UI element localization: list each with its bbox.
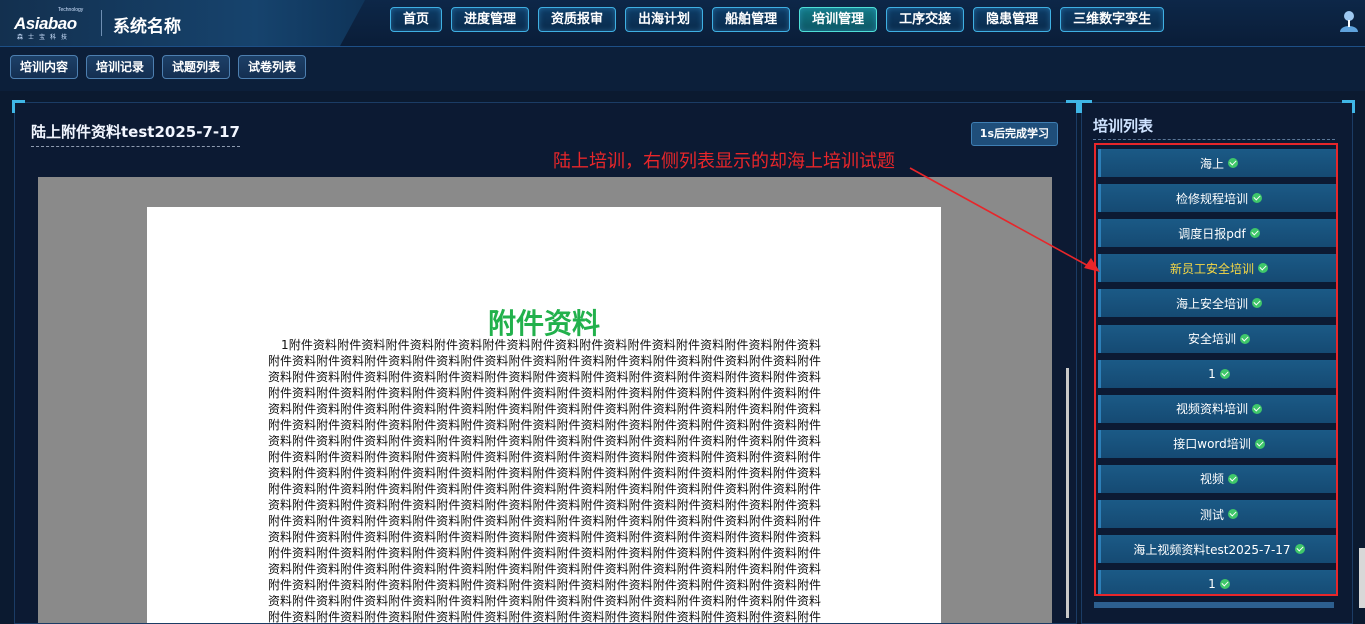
nav-sea-plan[interactable]: 出海计划 [625, 7, 704, 32]
check-circle-icon [1252, 298, 1262, 309]
nav-digital-twin[interactable]: 三维数字孪生 [1060, 7, 1165, 32]
training-list-item[interactable]: 新员工安全培训 [1098, 254, 1336, 283]
tab-paper-list[interactable]: 试卷列表 [238, 55, 307, 79]
nav-ship[interactable]: 船舶管理 [712, 7, 791, 32]
training-list-title: 培训列表 [1093, 115, 1335, 140]
list-next-item-edge [1094, 602, 1334, 608]
nav-handover[interactable]: 工序交接 [886, 7, 965, 32]
nav-qualification[interactable]: 资质报审 [538, 7, 617, 32]
training-item-label: 1 [1208, 366, 1216, 381]
check-circle-icon [1252, 193, 1262, 204]
brand-area: Technology Asiabao 森士宝科技 系统名称 [0, 0, 365, 46]
sub-toolbar: 培训内容 培训记录 试题列表 试卷列表 [0, 47, 1365, 91]
content-panel: 陆上附件资料test2025-7-17 1s后完成学习 陆上培训，右侧列表显示的… [12, 100, 1079, 624]
training-list-item[interactable]: 接口word培训 [1098, 429, 1336, 458]
panel-corner [1079, 100, 1092, 113]
check-circle-icon [1228, 473, 1238, 484]
document-body: 1附件资料附件资料附件资料附件资料附件资料附件资料附件资料附件资料附件资料附件资… [268, 338, 821, 623]
training-item-label: 测试 [1199, 507, 1224, 522]
document-heading: 附件资料 [487, 307, 600, 340]
training-list-item[interactable]: 1 [1098, 570, 1336, 594]
panel-corner [1342, 100, 1355, 113]
nav-home[interactable]: 首页 [390, 7, 443, 32]
top-header: Technology Asiabao 森士宝科技 系统名称 首页 进度管理 资质… [0, 0, 1365, 47]
training-item-label: 调度日报pdf [1178, 226, 1246, 241]
logo-cn-text: 森士宝科技 [17, 34, 73, 41]
training-list-item[interactable]: 测试 [1098, 500, 1336, 528]
check-circle-icon [1228, 509, 1238, 519]
training-item-label: 海上 [1199, 156, 1224, 171]
training-item-label: 海上视频资料test2025-7-17 [1133, 542, 1291, 557]
check-circle-icon [1258, 263, 1268, 274]
nav-progress[interactable]: 进度管理 [451, 7, 530, 32]
system-name: 系统名称 [113, 17, 181, 37]
training-list-item[interactable]: 检修规程培训 [1098, 184, 1336, 213]
check-circle-icon [1219, 579, 1230, 590]
training-list-item[interactable]: 安全培训 [1098, 324, 1336, 353]
training-list: 海上检修规程培训 调度日报pdf 新员工安全培训 海上安全培训 安全培训 1 视频资料培训接… [1094, 143, 1338, 596]
training-item-label: 检修规程培训 [1175, 191, 1248, 206]
training-list-item[interactable]: 调度日报pdf [1098, 219, 1336, 248]
check-circle-icon [1219, 368, 1230, 379]
training-list-item[interactable]: 海上安全培训 [1098, 289, 1336, 318]
document-viewer[interactable]: 附件资料 1附件资料附件资料附件资料附件资料附件资料附件资料附件资料附件资料附件… [38, 177, 1052, 623]
check-circle-icon [1249, 228, 1260, 239]
check-circle-icon [1240, 333, 1250, 344]
nav-training[interactable]: 培训管理 [799, 7, 878, 32]
training-item-label: 接口word培训 [1173, 437, 1251, 452]
panel-corner [1066, 100, 1079, 113]
main-nav: 首页 进度管理 资质报审 出海计划 船舶管理 培训管理 工序交接 隐患管理 三维… [390, 7, 1165, 32]
brand-divider [101, 10, 102, 36]
training-list-item[interactable]: 视频资料培训 [1098, 394, 1336, 423]
finish-study-button[interactable]: 1s后完成学习 [970, 122, 1058, 146]
page-title: 陆上附件资料test2025-7-17 [31, 121, 240, 147]
user-avatar-icon[interactable] [1338, 9, 1360, 33]
training-item-label: 视频资料培训 [1175, 402, 1248, 417]
training-item-label: 新员工安全培训 [1169, 261, 1254, 276]
document-page: 附件资料 1附件资料附件资料附件资料附件资料附件资料附件资料附件资料附件资料附件… [147, 207, 941, 623]
training-list-item[interactable]: 视频 [1098, 464, 1336, 493]
training-list-item[interactable]: 海上 [1098, 149, 1336, 177]
viewer-scrollbar[interactable] [1066, 368, 1069, 618]
training-item-label: 视频 [1199, 472, 1224, 487]
annotation-text: 陆上培训，右侧列表显示的却海上培训试题 [553, 151, 895, 172]
training-item-label: 安全培训 [1187, 332, 1236, 346]
training-item-label: 1 [1208, 577, 1216, 592]
nav-hazard[interactable]: 隐患管理 [973, 7, 1052, 32]
check-circle-icon [1252, 403, 1262, 414]
sub-tabs: 培训内容 培训记录 试题列表 试卷列表 [10, 55, 307, 79]
training-list-item[interactable]: 1 [1098, 359, 1336, 388]
logo-wordmark: Asiabao [14, 14, 77, 33]
tab-training-records[interactable]: 培训记录 [86, 55, 155, 79]
training-list-item[interactable]: 海上视频资料test2025-7-17 [1098, 535, 1336, 564]
check-circle-icon [1228, 158, 1238, 168]
training-list-panel: 培训列表 海上检修规程培训 调度日报pdf 新员工安全培训 海上安全培训 安全培训 1 视频… [1079, 100, 1355, 624]
window-edge-scrollbar [1359, 548, 1365, 608]
company-logo: Technology Asiabao 森士宝科技 [14, 7, 92, 41]
training-item-label: 海上安全培训 [1175, 296, 1248, 311]
check-circle-icon [1254, 438, 1265, 449]
tab-training-content[interactable]: 培训内容 [10, 55, 79, 79]
logo-tech-text: Technology [58, 7, 84, 13]
check-circle-icon [1294, 544, 1305, 555]
panel-corner [12, 100, 25, 113]
tab-question-list[interactable]: 试题列表 [162, 55, 231, 79]
